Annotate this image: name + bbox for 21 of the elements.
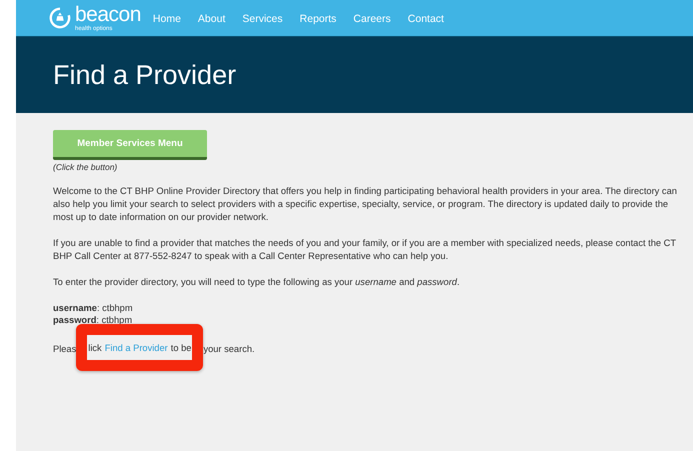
paragraph: To enter the provider directory, you will need to type the following as your username and password.: [53, 276, 461, 289]
text-fragment: lick: [88, 343, 102, 353]
nav-link[interactable]: About: [198, 11, 226, 25]
credential-line: password: ctbhpm: [53, 314, 134, 326]
nav-link[interactable]: Home: [152, 11, 181, 25]
nav-link[interactable]: Careers: [353, 11, 391, 25]
nav-link[interactable]: Reports: [300, 11, 336, 25]
logo-icon: [49, 7, 71, 29]
page-title: Find a Provider: [53, 60, 236, 90]
text-fragment: to be: [170, 343, 192, 353]
text-fragment: Pleas: [53, 344, 76, 354]
credential-line: username: ctbhpm: [53, 302, 134, 314]
button-note: (Click the button): [53, 162, 118, 172]
paragraph: If you are unable to find a provider that matches the needs of you and your family, or if you are a member with specialized needs, please contact the CT BHP Call Center at 877-552-8247 to speak with a Call Center Representative who can help you.: [53, 237, 677, 263]
nav-link[interactable]: Services: [242, 11, 283, 25]
nav-link[interactable]: Contact: [408, 11, 444, 25]
find-provider-link[interactable]: Find a Provider: [104, 343, 168, 353]
text-fragment: your search.: [203, 344, 255, 354]
brand-name: beacon: [75, 4, 141, 25]
member-services-button[interactable]: Member Services Menu: [53, 130, 207, 160]
paragraph: Welcome to the CT BHP Online Provider Directory that offers you help in finding participating behavioral health providers in your area. The directory can also help you limit your search to select providers with a specific expertise, specialty, service, or program. The directory is updated daily to provide the most up to date information on our provider network.: [53, 185, 677, 224]
